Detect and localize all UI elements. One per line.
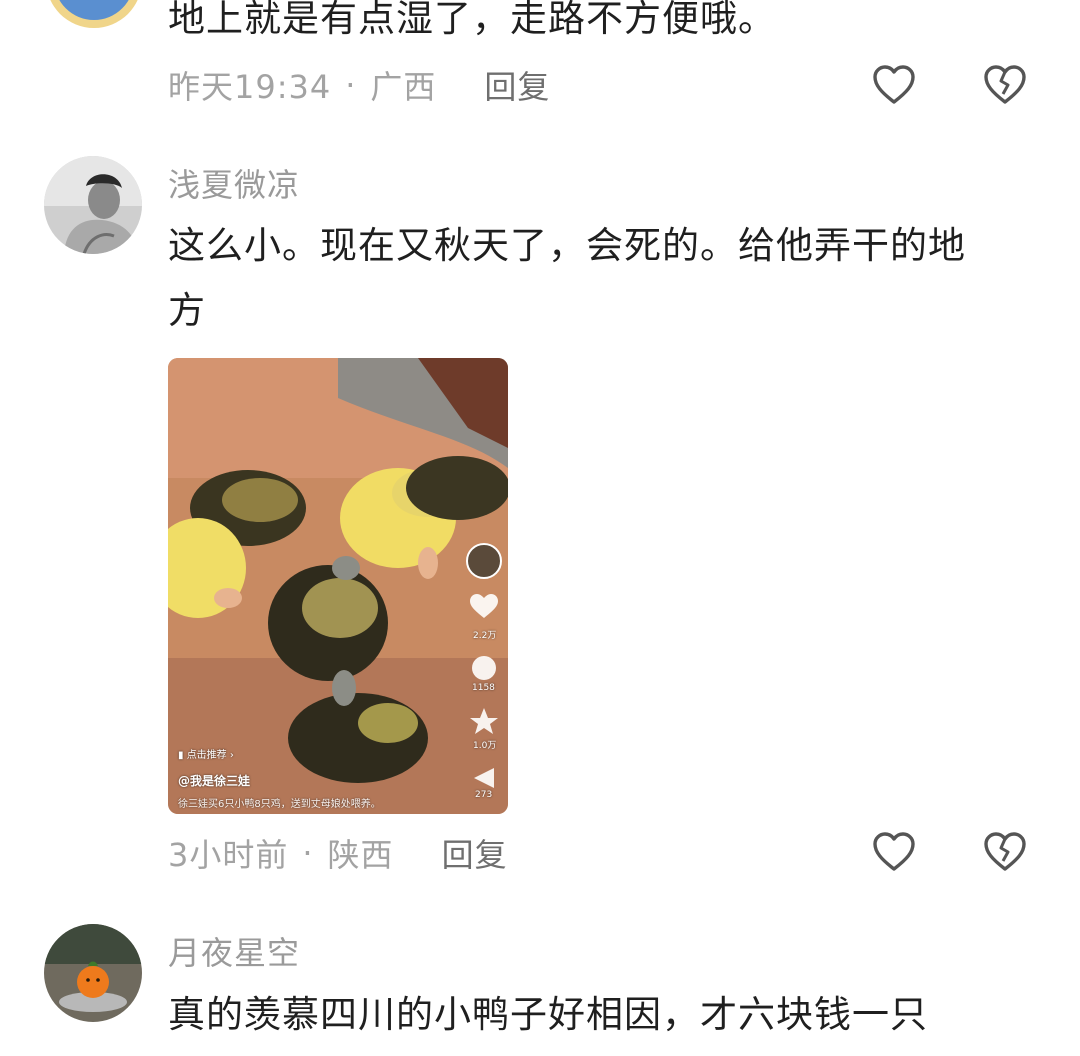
video-like-count: 2.2万 xyxy=(473,631,497,641)
video-promo-label: ▮ 点击推荐 › xyxy=(178,750,234,761)
broken-heart-icon[interactable] xyxy=(982,830,1028,876)
video-share-count: 273 xyxy=(475,790,493,800)
reply-button[interactable]: 回复 xyxy=(484,62,550,108)
video-caption: 徐三娃买6只小鸭8只鸡，送到丈母娘处喂养。 xyxy=(178,799,381,810)
comment-text-line: 方 xyxy=(168,289,206,332)
heart-outline-icon[interactable] xyxy=(871,63,917,109)
meta-separator: · xyxy=(302,834,314,872)
video-thumbnail[interactable]: 2.2万 1158 1.0万 273 ▮ 点击推荐 › @我是徐三娃 徐三娃买6… xyxy=(168,358,508,814)
video-comment-count: 1158 xyxy=(472,683,495,693)
comment-text-line: 这么小。现在又秋天了，会死的。给他弄干的地 xyxy=(168,224,966,267)
video-fav-count: 1.0万 xyxy=(473,741,497,751)
heart-outline-icon[interactable] xyxy=(871,830,917,876)
avatar[interactable] xyxy=(46,0,142,28)
broken-heart-icon[interactable] xyxy=(982,63,1028,109)
video-author: @我是徐三娃 xyxy=(178,774,251,788)
comment-location: 广西 xyxy=(370,68,437,106)
comment-meta: 3小时前 · 陕西 回复 xyxy=(168,830,508,876)
comment-time: 3小时前 xyxy=(168,836,289,874)
meta-separator: · xyxy=(345,66,357,104)
comment-text: 地上就是有点湿了，走路不方便哦。 xyxy=(168,0,776,40)
avatar[interactable] xyxy=(44,924,142,1022)
thumbs-up-icon: ▮ xyxy=(178,750,187,761)
comment-location: 陕西 xyxy=(327,836,394,874)
comment-username[interactable]: 月夜星空 xyxy=(168,928,300,974)
reply-button[interactable]: 回复 xyxy=(442,830,508,876)
comment-time: 昨天19:34 xyxy=(168,68,332,106)
comment-text: 真的羡慕四川的小鸭子好相因，才六块钱一只 xyxy=(168,993,928,1036)
comment-username[interactable]: 浅夏微凉 xyxy=(168,160,300,206)
comment-meta: 昨天19:34 · 广西 回复 xyxy=(168,62,550,108)
avatar[interactable] xyxy=(44,156,142,254)
